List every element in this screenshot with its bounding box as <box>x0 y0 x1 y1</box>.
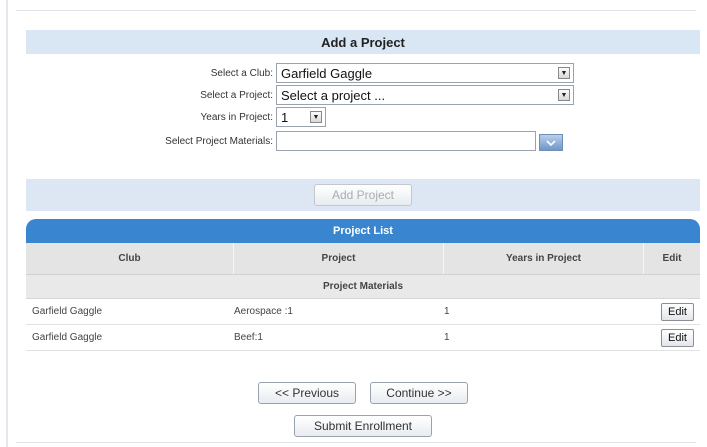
materials-dropdown-wrap <box>0 134 707 154</box>
club-row: Select a Club: Garfield Gaggle ▼ <box>26 62 700 84</box>
row-project: Aerospace :1 <box>234 306 293 317</box>
project-materials-label: Project Materials <box>322 281 404 292</box>
project-list-header: Project List <box>26 219 700 243</box>
project-materials-subheader: Project Materials <box>26 275 700 299</box>
column-header-years: Years in Project <box>444 243 644 274</box>
years-row: Years in Project: 1 ▼ <box>26 106 700 128</box>
row-club: Garfield Gaggle <box>32 306 103 317</box>
years-label: Years in Project: <box>200 111 273 123</box>
edit-button[interactable]: Edit <box>661 328 694 347</box>
project-select-value: Select a project ... <box>281 87 386 103</box>
table-header: Club Project Years in Project Edit <box>26 243 700 275</box>
club-select-value: Garfield Gaggle <box>281 65 373 81</box>
project-row: Select a Project: Select a project ... ▼ <box>26 84 700 106</box>
continue-button[interactable]: Continue >> <box>370 382 468 404</box>
project-label: Select a Project: <box>200 89 273 101</box>
project-list-title: Project List <box>333 225 393 237</box>
chevron-down-icon[interactable]: ▼ <box>310 111 322 123</box>
row-years: 1 <box>444 306 450 317</box>
chevron-down-icon[interactable]: ▼ <box>558 89 570 101</box>
table-row: Garfield Gaggle Beef:1 1 Edit <box>26 325 700 351</box>
navigation-buttons: << Previous Continue >> <box>26 382 700 404</box>
club-label: Select a Club: <box>210 67 273 79</box>
add-project-band: Add Project <box>26 179 700 211</box>
row-edit-cell: Edit <box>644 302 700 321</box>
table-row: Garfield Gaggle Aerospace :1 1 Edit <box>26 299 700 325</box>
submit-row: Submit Enrollment <box>26 415 700 437</box>
left-border <box>0 0 10 447</box>
chevron-down-icon <box>546 139 556 146</box>
project-select[interactable]: Select a project ... ▼ <box>276 85 574 105</box>
row-club: Garfield Gaggle <box>32 332 103 343</box>
row-project: Beef:1 <box>234 332 263 343</box>
previous-button[interactable]: << Previous <box>258 382 356 404</box>
chevron-down-icon[interactable]: ▼ <box>558 67 570 79</box>
materials-dropdown-button[interactable] <box>539 134 563 151</box>
add-project-button[interactable]: Add Project <box>314 184 412 206</box>
top-divider <box>16 10 696 11</box>
years-select-value: 1 <box>281 109 289 125</box>
edit-button[interactable]: Edit <box>661 302 694 321</box>
years-select[interactable]: 1 ▼ <box>276 107 326 127</box>
add-project-title: Add a Project <box>321 34 405 50</box>
submit-enrollment-button[interactable]: Submit Enrollment <box>294 415 432 437</box>
club-select[interactable]: Garfield Gaggle ▼ <box>276 63 574 83</box>
column-header-club: Club <box>26 243 234 274</box>
column-header-edit: Edit <box>662 253 682 264</box>
add-project-header: Add a Project <box>26 30 700 54</box>
row-edit-cell: Edit <box>644 328 700 347</box>
row-years: 1 <box>444 332 450 343</box>
bottom-divider <box>16 442 696 443</box>
column-header-project: Project <box>234 243 444 274</box>
